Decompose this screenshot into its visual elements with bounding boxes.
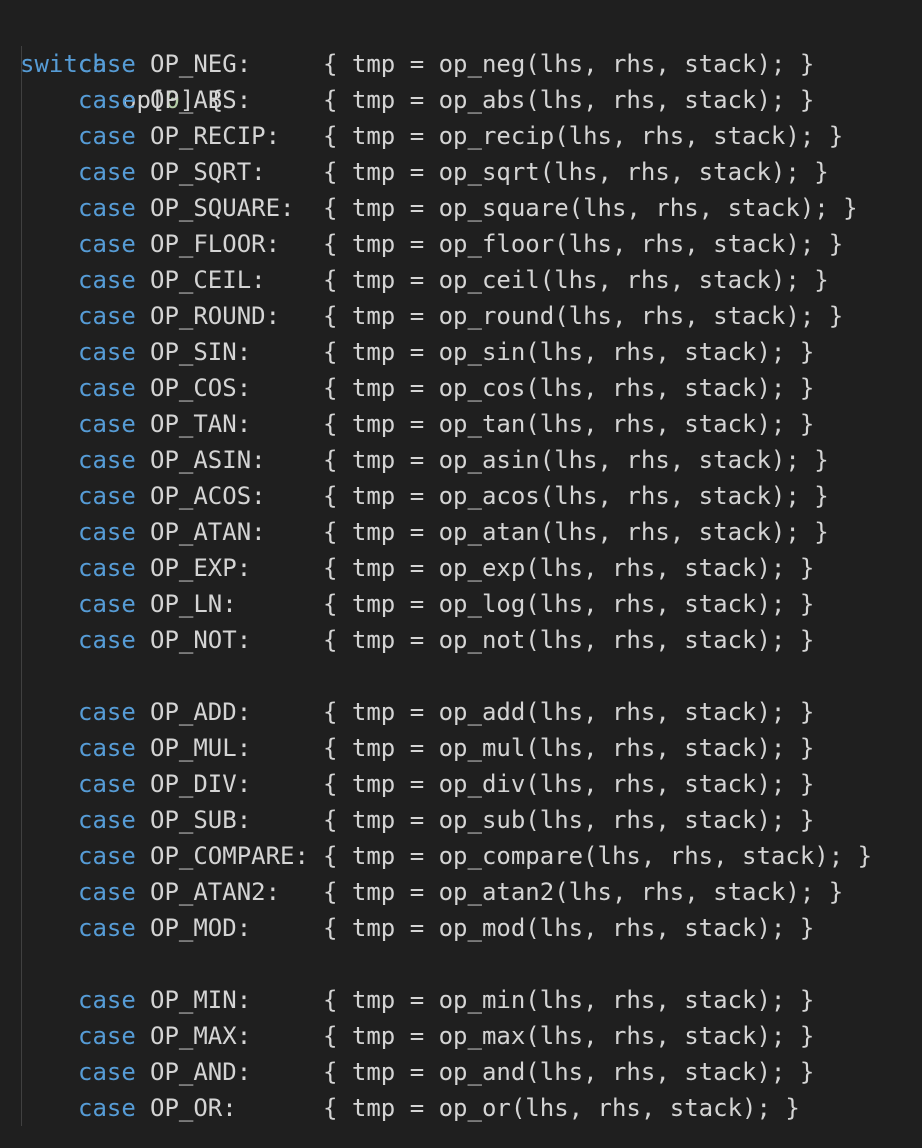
case-body: { tmp = op_floor(lhs, rhs, stack); } [323,230,844,258]
case-keyword: case [78,734,136,762]
case-label: OP_MUL: [150,734,252,762]
case-body: { tmp = op_mod(lhs, rhs, stack); } [323,914,815,942]
case-body: { tmp = op_cos(lhs, rhs, stack); } [323,374,815,402]
case-body: { tmp = op_log(lhs, rhs, stack); } [323,590,815,618]
case-keyword: case [78,302,136,330]
case-label: OP_DIV: [150,770,252,798]
case-body: { tmp = op_acos(lhs, rhs, stack); } [323,482,829,510]
case-keyword: case [78,770,136,798]
case-body: { tmp = op_min(lhs, rhs, stack); } [323,986,815,1014]
case-label: OP_NOT: [150,626,252,654]
case-body: { tmp = op_recip(lhs, rhs, stack); } [323,122,844,150]
case-keyword: case [78,518,136,546]
case-label: OP_FLOOR: [150,230,281,258]
case-body: { tmp = op_mul(lhs, rhs, stack); } [323,734,815,762]
case-keyword: case [78,50,136,78]
case-label: OP_EXP: [150,554,252,582]
case-body: { tmp = op_atan2(lhs, rhs, stack); } [323,878,844,906]
code-editor[interactable]: switch op[0] { case OP_NEG: { tmp = op_neg… [0,0,922,1148]
case-body: { tmp = op_asin(lhs, rhs, stack); } [323,446,829,474]
case-keyword: case [78,194,136,222]
case-label: OP_TAN: [150,410,252,438]
case-keyword: case [78,554,136,582]
case-keyword: case [78,1094,136,1122]
case-keyword: case [78,626,136,654]
case-body: { tmp = op_round(lhs, rhs, stack); } [323,302,844,330]
case-keyword: case [78,986,136,1014]
case-label: OP_ATAN: [150,518,266,546]
case-body: { tmp = op_and(lhs, rhs, stack); } [323,1058,815,1086]
case-body: { tmp = op_compare(lhs, rhs, stack); } [323,842,873,870]
case-label: OP_ROUND: [150,302,281,330]
case-label: OP_ACOS: [150,482,266,510]
case-keyword: case [78,446,136,474]
case-keyword: case [78,410,136,438]
case-label: OP_MIN: [150,986,252,1014]
case-body: { tmp = op_max(lhs, rhs, stack); } [323,1022,815,1050]
case-label: OP_ATAN2: [150,878,281,906]
case-label: OP_CEIL: [150,266,266,294]
case-label: OP_SQUARE: [150,194,295,222]
case-body: { tmp = op_ceil(lhs, rhs, stack); } [323,266,829,294]
case-body: { tmp = op_square(lhs, rhs, stack); } [323,194,858,222]
case-keyword: case [78,158,136,186]
case-body: { tmp = op_or(lhs, rhs, stack); } [323,1094,800,1122]
case-label: OP_LN: [150,590,237,618]
case-keyword: case [78,338,136,366]
case-keyword: case [78,842,136,870]
case-label: OP_NEG: [150,50,252,78]
case-label: OP_MOD: [150,914,252,942]
case-label: OP_SIN: [150,338,252,366]
case-body: { tmp = op_not(lhs, rhs, stack); } [323,626,815,654]
case-keyword: case [78,122,136,150]
case-keyword: case [78,878,136,906]
case-keyword: case [78,230,136,258]
case-body: { tmp = op_add(lhs, rhs, stack); } [323,698,815,726]
case-keyword: case [78,266,136,294]
case-body: { tmp = op_atan(lhs, rhs, stack); } [323,518,829,546]
case-body: { tmp = op_exp(lhs, rhs, stack); } [323,554,815,582]
case-label: OP_ASIN: [150,446,266,474]
case-keyword: case [78,590,136,618]
case-keyword: case [78,1058,136,1086]
case-keyword: case [78,1022,136,1050]
case-body: { tmp = op_abs(lhs, rhs, stack); } [323,86,815,114]
case-label: OP_SUB: [150,806,252,834]
case-keyword: case [78,698,136,726]
case-label: OP_ABS: [150,86,252,114]
case-label: OP_MAX: [150,1022,252,1050]
indent-guide [21,46,22,1126]
case-keyword: case [78,374,136,402]
case-body: { tmp = op_sub(lhs, rhs, stack); } [323,806,815,834]
case-keyword: case [78,806,136,834]
case-label: OP_ADD: [150,698,252,726]
case-label: OP_OR: [150,1094,237,1122]
case-label: OP_RECIP: [150,122,281,150]
case-body: { tmp = op_tan(lhs, rhs, stack); } [323,410,815,438]
case-body: { tmp = op_div(lhs, rhs, stack); } [323,770,815,798]
case-label: OP_SQRT: [150,158,266,186]
case-label: OP_AND: [150,1058,252,1086]
case-body: { tmp = op_sqrt(lhs, rhs, stack); } [323,158,829,186]
case-label: OP_COS: [150,374,252,402]
case-keyword: case [78,914,136,942]
case-keyword: case [78,482,136,510]
case-body: { tmp = op_neg(lhs, rhs, stack); } [323,50,815,78]
case-body: { tmp = op_sin(lhs, rhs, stack); } [323,338,815,366]
case-label: OP_COMPARE: [150,842,309,870]
code-line-switch: switch op[0] { [0,10,223,114]
case-keyword: case [78,86,136,114]
